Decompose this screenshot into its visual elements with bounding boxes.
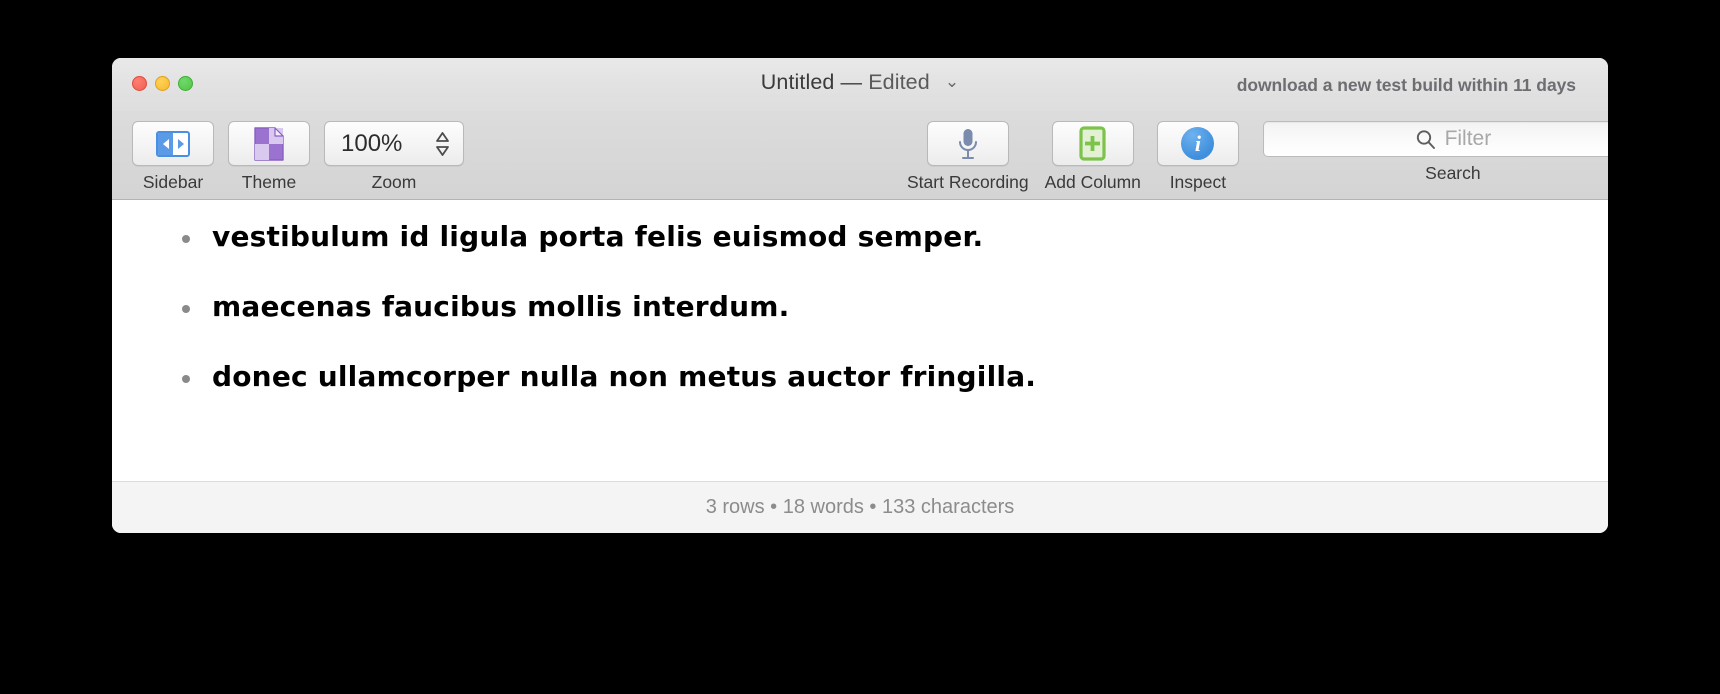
toolbar-item-inspect[interactable]: i Inspect <box>1156 121 1239 193</box>
theme-button[interactable] <box>228 121 310 166</box>
inspect-button[interactable]: i <box>1156 121 1239 166</box>
list-item[interactable]: donec ullamcorper nulla non metus auctor… <box>178 361 1608 393</box>
zoom-label: Zoom <box>371 172 417 192</box>
microphone-icon <box>958 128 977 159</box>
status-text: 3 rows • 18 words • 133 characters <box>705 496 1015 518</box>
toolbar-right-group: Start Recording Add Column i Inspect Fil… <box>907 121 1608 193</box>
sidebar-icon <box>156 130 190 157</box>
toolbar-item-sidebar[interactable]: Sidebar <box>132 121 214 193</box>
list-item[interactable]: maecenas faucibus mollis interdum. <box>178 291 1608 323</box>
add-column-button[interactable] <box>1051 121 1134 166</box>
stepper-arrows-icon[interactable] <box>435 131 450 157</box>
sidebar-button[interactable] <box>132 121 214 166</box>
search-field[interactable]: Filter <box>1262 121 1608 157</box>
zoom-stepper[interactable]: 100% <box>324 121 464 166</box>
toolbar-item-search[interactable]: Filter Search <box>1262 121 1608 184</box>
add-column-label: Add Column <box>1044 172 1141 192</box>
search-label: Search <box>1425 163 1481 183</box>
title-bar[interactable]: Untitled — Edited ⌄ download a new test … <box>112 58 1608 111</box>
search-icon <box>1416 129 1435 149</box>
toolbar-left-group: Sidebar Theme 100% Zoom <box>132 121 464 193</box>
zoom-value: 100% <box>341 129 403 157</box>
app-window: Untitled — Edited ⌄ download a new test … <box>112 58 1608 533</box>
toolbar-item-add-column[interactable]: Add Column <box>1045 121 1141 193</box>
add-column-icon <box>1079 126 1106 161</box>
document-title-state: Edited <box>868 70 930 94</box>
info-icon: i <box>1181 127 1215 160</box>
document-title-separator: — <box>840 70 863 94</box>
chevron-down-icon[interactable]: ⌄ <box>945 72 959 92</box>
theme-document-icon <box>254 126 284 161</box>
inspect-label: Inspect <box>1169 172 1227 192</box>
start-recording-label: Start Recording <box>907 172 1029 192</box>
document-content[interactable]: vestibulum id ligula porta felis euismod… <box>112 200 1608 483</box>
sidebar-button-label: Sidebar <box>142 172 204 192</box>
search-placeholder: Filter <box>1444 127 1492 150</box>
trial-banner: download a new test build within 11 days <box>1236 75 1576 95</box>
document-row-list: vestibulum id ligula porta felis euismod… <box>112 221 1608 393</box>
theme-button-label: Theme <box>241 172 297 192</box>
document-title-name: Untitled <box>760 70 835 94</box>
toolbar-item-theme[interactable]: Theme <box>228 121 310 193</box>
start-recording-button[interactable] <box>926 121 1009 166</box>
toolbar-item-start-recording[interactable]: Start Recording <box>907 121 1029 193</box>
list-item[interactable]: vestibulum id ligula porta felis euismod… <box>178 221 1608 253</box>
info-icon-glyph: i <box>1194 130 1201 156</box>
toolbar: Sidebar Theme 100% Zoom Start Recording … <box>112 111 1608 200</box>
toolbar-item-zoom[interactable]: 100% Zoom <box>324 121 464 193</box>
status-bar: 3 rows • 18 words • 133 characters <box>112 481 1608 533</box>
screen: Untitled — Edited ⌄ download a new test … <box>0 0 1720 694</box>
